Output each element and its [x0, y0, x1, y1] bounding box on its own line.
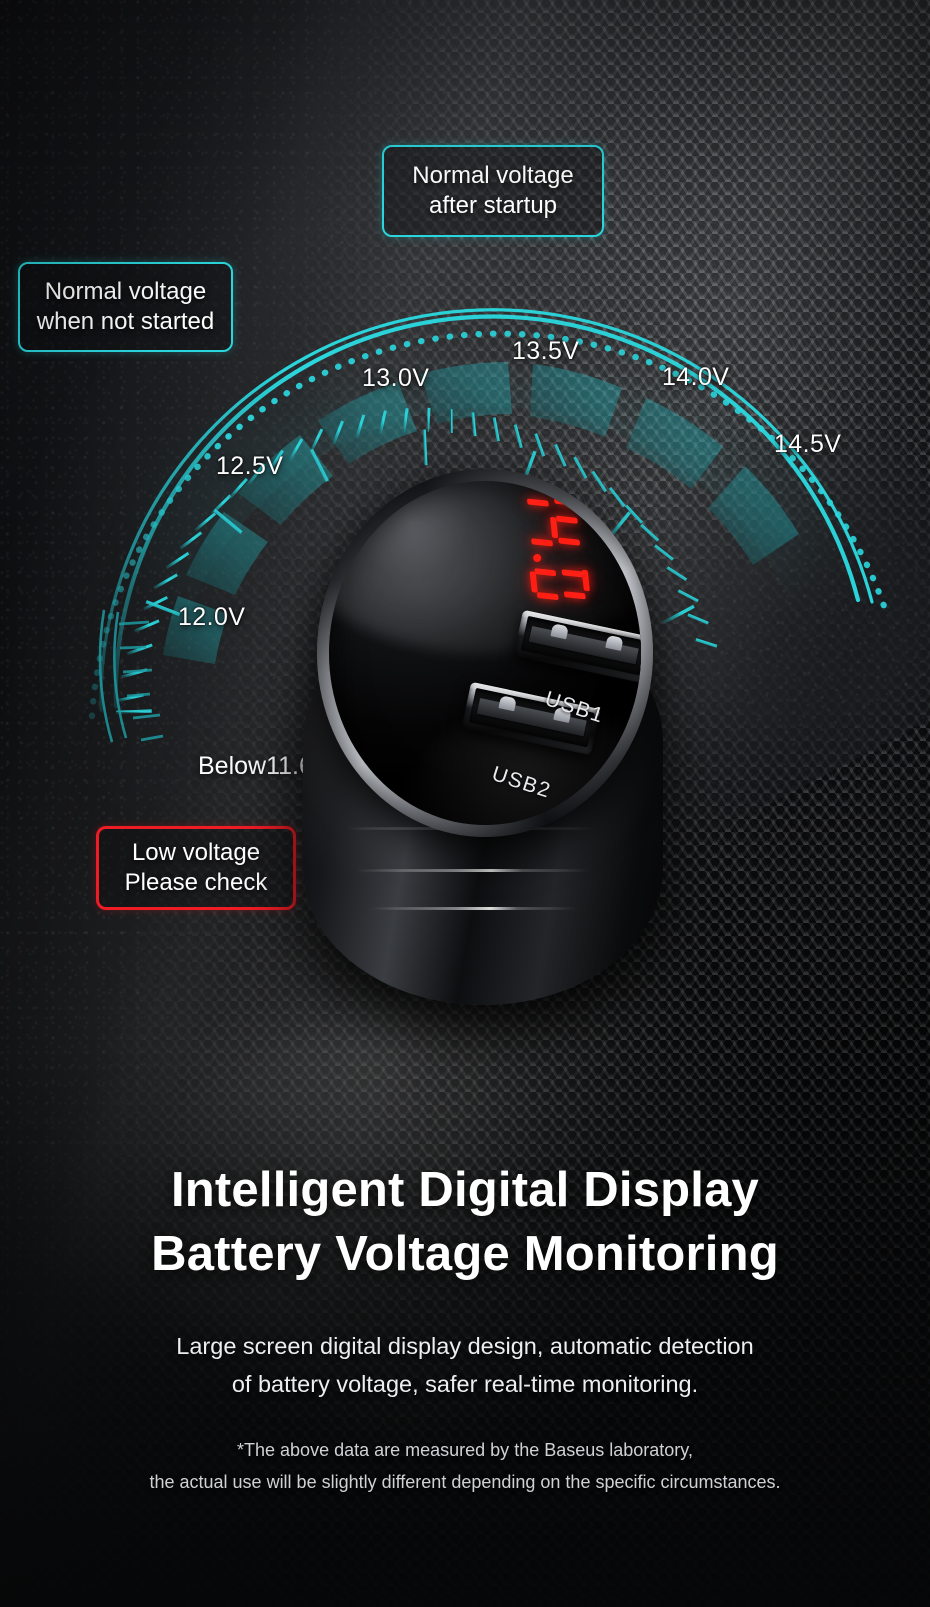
disclaimer-line-1: *The above data are measured by the Base…: [237, 1440, 693, 1460]
disclaimer-line-2: the actual use will be slightly differen…: [149, 1472, 781, 1492]
product-marketing-image: 12.0V 12.5V 13.0V 13.5V 14.0V 14.5V Belo…: [0, 0, 930, 1607]
subcopy-line-1: Large screen digital display design, aut…: [176, 1333, 754, 1359]
headline-line-1: Intelligent Digital Display: [170, 1163, 760, 1217]
subcopy-line-2: of battery voltage, safer real-time moni…: [231, 1371, 699, 1397]
headline-line-2: Battery Voltage Monitoring: [151, 1227, 779, 1281]
